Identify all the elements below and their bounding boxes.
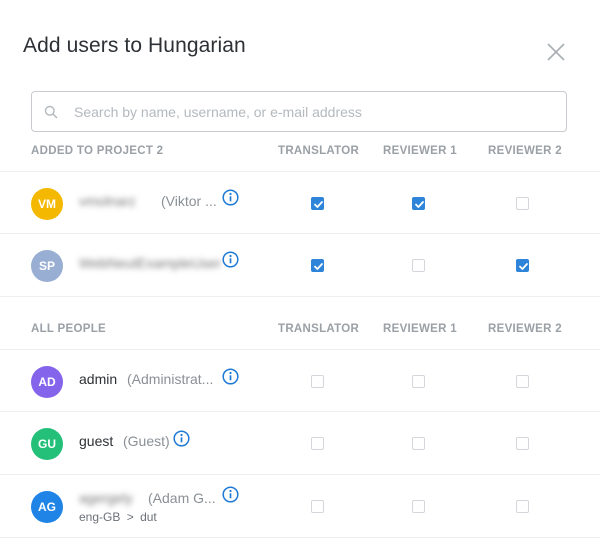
language-pair: eng-GB > dut xyxy=(79,510,157,524)
reviewer2-checkbox[interactable] xyxy=(516,437,529,450)
username: guest xyxy=(79,433,114,449)
username: vmolnarz xyxy=(79,193,136,209)
reviewer1-checkbox[interactable] xyxy=(412,375,425,388)
column-reviewer-1: REVIEWER 1 xyxy=(383,323,457,335)
search-input[interactable] xyxy=(74,92,554,131)
user-row: SP WebNeutExampleUser xyxy=(0,234,600,297)
reviewer1-checkbox[interactable] xyxy=(412,500,425,513)
avatar: VM xyxy=(31,188,63,220)
info-icon[interactable] xyxy=(222,368,239,385)
column-reviewer-2: REVIEWER 2 xyxy=(488,323,562,335)
info-icon[interactable] xyxy=(222,251,239,268)
avatar: AG xyxy=(31,491,63,523)
avatar: GU xyxy=(31,428,63,460)
source-language: eng-GB xyxy=(79,510,121,524)
user-row: AG agergely (Adam G... eng-GB > dut xyxy=(0,475,600,538)
dialog-title: Add users to Hungarian xyxy=(23,34,246,57)
username: admin xyxy=(79,371,118,387)
search-box[interactable] xyxy=(31,91,567,132)
add-users-dialog: Add users to Hungarian ADDED TO PROJECT … xyxy=(0,0,600,550)
username: agergely xyxy=(79,490,133,506)
translator-checkbox[interactable] xyxy=(311,375,324,388)
full-name: (Guest) xyxy=(123,433,170,449)
project-section-header: ADDED TO PROJECT 2 TRANSLATOR REVIEWER 1… xyxy=(0,145,600,165)
search-icon xyxy=(44,105,58,119)
reviewer2-checkbox[interactable] xyxy=(516,259,529,272)
translator-checkbox[interactable] xyxy=(311,197,324,210)
info-icon[interactable] xyxy=(222,189,239,206)
reviewer1-checkbox[interactable] xyxy=(412,197,425,210)
reviewer2-checkbox[interactable] xyxy=(516,197,529,210)
avatar: AD xyxy=(31,366,63,398)
column-translator: TRANSLATOR xyxy=(278,145,360,157)
language-arrow: > xyxy=(126,510,134,524)
full-name: (Adam G... xyxy=(148,490,216,506)
people-section-header: ALL PEOPLE TRANSLATOR REVIEWER 1 REVIEWE… xyxy=(0,323,600,343)
reviewer2-checkbox[interactable] xyxy=(516,375,529,388)
column-reviewer-2: REVIEWER 2 xyxy=(488,145,562,157)
translator-checkbox[interactable] xyxy=(311,259,324,272)
user-row: AD admin (Administrat... xyxy=(0,349,600,412)
section-heading: ADDED TO PROJECT 2 xyxy=(31,145,164,157)
info-icon[interactable] xyxy=(222,486,239,503)
user-row: GU guest (Guest) xyxy=(0,412,600,475)
close-icon[interactable] xyxy=(544,40,568,64)
reviewer1-checkbox[interactable] xyxy=(412,259,425,272)
user-row: VM vmolnarz (Viktor ... xyxy=(0,171,600,234)
column-translator: TRANSLATOR xyxy=(278,323,360,335)
avatar: SP xyxy=(31,250,63,282)
full-name: (Viktor ... xyxy=(161,193,217,209)
full-name: (Administrat... xyxy=(127,371,214,387)
target-language: dut xyxy=(140,510,157,524)
section-heading: ALL PEOPLE xyxy=(31,323,106,335)
info-icon[interactable] xyxy=(173,430,190,447)
reviewer2-checkbox[interactable] xyxy=(516,500,529,513)
column-reviewer-1: REVIEWER 1 xyxy=(383,145,457,157)
translator-checkbox[interactable] xyxy=(311,437,324,450)
translator-checkbox[interactable] xyxy=(311,500,324,513)
reviewer1-checkbox[interactable] xyxy=(412,437,425,450)
username: WebNeutExampleUser xyxy=(79,255,222,271)
